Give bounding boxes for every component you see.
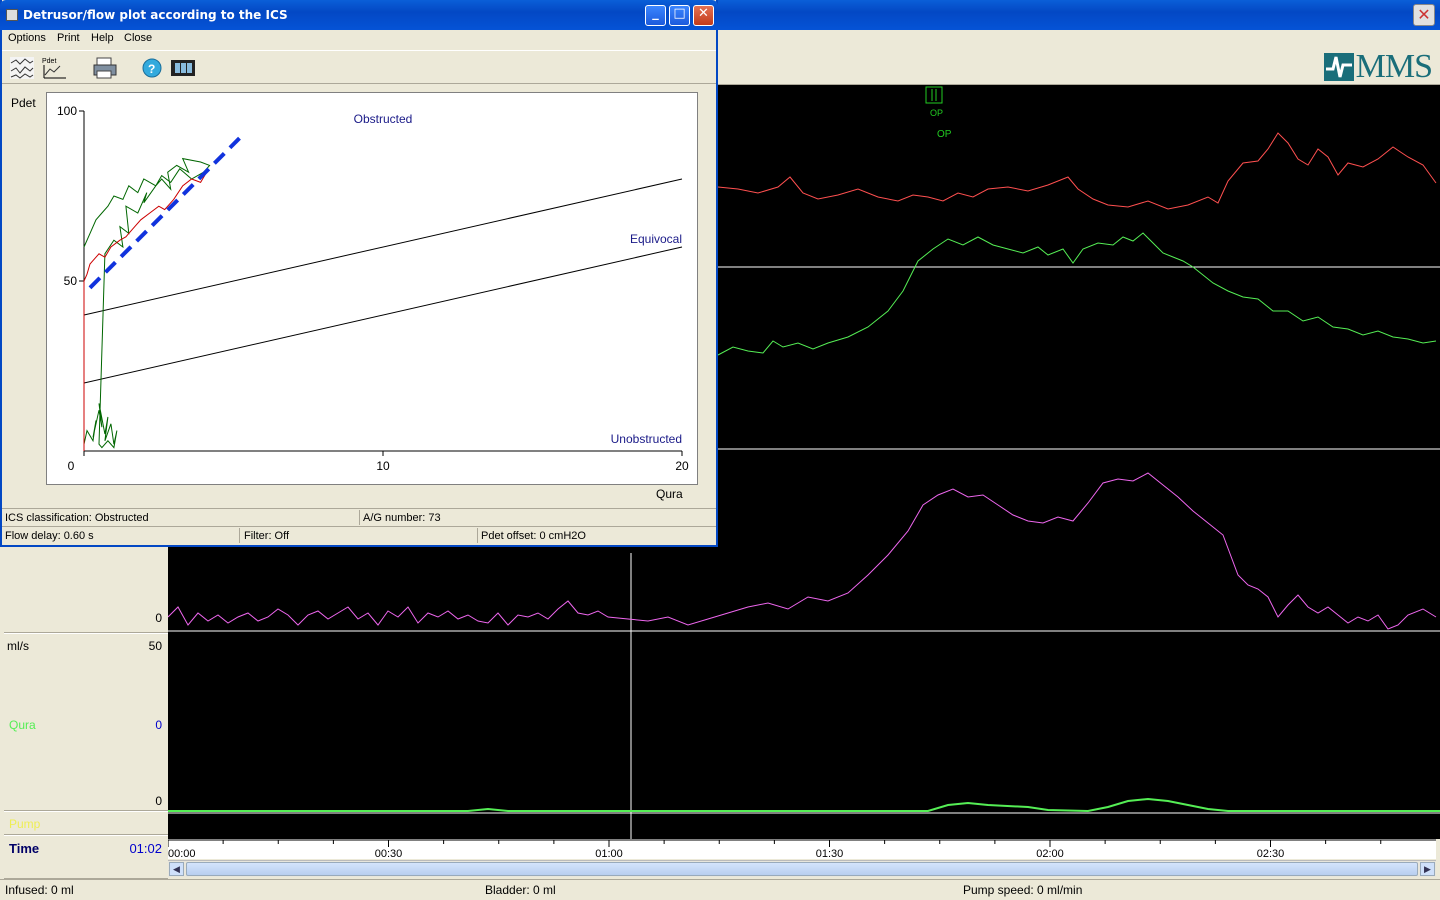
maximize-button[interactable]: □ xyxy=(669,5,690,26)
x-tick-label: 0 xyxy=(68,459,75,473)
y-tick-label: 100 xyxy=(57,104,77,118)
op-marker-label-2: OP xyxy=(937,129,952,140)
horizontal-scrollbar[interactable]: ◀ ▶ xyxy=(168,860,1436,877)
channel-label-panel: 0 ml/s 50 Qura 0 0 Pump Time 01:02 xyxy=(4,545,168,879)
time-axis: 00:00 00:30 01:00 01:30 02:00 02:30 xyxy=(167,839,1436,860)
svg-text:Pdet: Pdet xyxy=(42,58,56,65)
time-label: Time xyxy=(9,841,40,856)
mms-logo-icon xyxy=(1323,53,1354,81)
help-icon[interactable]: ? xyxy=(139,55,167,81)
status-pump-speed: Pump speed: 0 ml/min xyxy=(963,883,1083,897)
qura-scale-max: 50 xyxy=(148,639,162,653)
dialog-close-button[interactable]: ✕ xyxy=(693,5,714,26)
pabd-zero: 0 xyxy=(155,611,162,625)
ag-line xyxy=(88,136,241,290)
pdet-offset: Pdet offset: 0 cmH2O xyxy=(481,530,586,542)
channel-row-time: Time 01:02 xyxy=(4,835,168,879)
print-icon[interactable] xyxy=(91,55,119,81)
time-value: 01:02 xyxy=(129,841,162,856)
main-close-button[interactable]: ✕ xyxy=(1413,4,1435,26)
trace-pdet xyxy=(717,232,1437,356)
time-tick-label: 00:30 xyxy=(375,848,403,859)
channel-row-pabd: 0 xyxy=(4,545,168,633)
ics-plot-dialog: Detrusor/flow plot according to the ICS … xyxy=(0,0,718,547)
svg-text:?: ? xyxy=(148,62,155,76)
series-trace xyxy=(83,157,211,449)
time-axis-svg: 00:00 00:30 01:00 01:30 02:00 02:30 xyxy=(167,839,1436,860)
region-label: Unobstructed xyxy=(611,432,682,446)
scroll-right-arrow[interactable]: ▶ xyxy=(1420,862,1435,876)
status-bladder: Bladder: 0 ml xyxy=(485,883,556,897)
time-tick-label: 01:00 xyxy=(595,848,623,859)
x-axis-title: Qura xyxy=(656,487,683,501)
app-icon[interactable] xyxy=(6,9,18,21)
op-marker-label: OP xyxy=(930,108,943,118)
trace-qura xyxy=(168,797,1440,813)
trace-pves xyxy=(717,132,1437,210)
film-icon[interactable] xyxy=(169,55,197,81)
status-infused: Infused: 0 ml xyxy=(5,883,74,897)
qura-label[interactable]: Qura xyxy=(9,718,36,732)
x-tick-label: 10 xyxy=(376,459,390,473)
y-tick-label: 50 xyxy=(64,274,78,288)
main-status-bar: Infused: 0 ml Bladder: 0 ml Pump speed: … xyxy=(0,879,1440,900)
menu-help[interactable]: Help xyxy=(91,32,114,44)
dialog-status-row-1: ICS classification: Obstructed A/G numbe… xyxy=(2,508,716,526)
dialog-menubar: Options Print Help Close xyxy=(2,30,716,49)
ag-number: A/G number: 73 xyxy=(363,512,441,524)
ics-classification: ICS classification: Obstructed xyxy=(5,512,149,524)
dialog-status-row-2: Flow delay: 0.60 s Filter: Off Pdet offs… xyxy=(2,526,716,545)
mms-logo: MMS xyxy=(1323,48,1433,85)
dialog-title: Detrusor/flow plot according to the ICS xyxy=(23,8,288,22)
time-tick-label: 02:30 xyxy=(1257,848,1285,859)
pump-label[interactable]: Pump xyxy=(9,817,40,831)
brand-name: MMS xyxy=(1355,48,1433,85)
series-trace xyxy=(83,171,208,451)
menu-close[interactable]: Close xyxy=(124,32,152,44)
y-axis-title: Pdet xyxy=(11,96,36,110)
region-label: Obstructed xyxy=(354,112,413,126)
minimize-button[interactable]: _ xyxy=(645,5,666,26)
qura-zero: 0 xyxy=(155,794,162,808)
ics-chart[interactable]: 50 100 0 10 20 Obstructed Equivocal Unobstructe… xyxy=(46,92,698,485)
dialog-titlebar[interactable]: Detrusor/flow plot according to the ICS … xyxy=(0,0,718,30)
scroll-thumb[interactable] xyxy=(186,862,1418,876)
trace-view-icon[interactable] xyxy=(8,55,36,81)
pdet-view-icon[interactable]: Pdet xyxy=(40,55,68,81)
boundary-line-equivocal-unobstructed xyxy=(83,246,683,384)
filter-status: Filter: Off xyxy=(244,530,290,542)
time-tick-label: 02:00 xyxy=(1036,848,1064,859)
channel-row-pump: Pump xyxy=(4,811,168,835)
time-tick-label: 00:00 xyxy=(168,848,196,859)
ics-chart-svg: 50 100 0 10 20 Obstructed Equivocal Unobstructe… xyxy=(57,104,689,473)
x-tick-label: 20 xyxy=(675,459,689,473)
scroll-left-arrow[interactable]: ◀ xyxy=(169,862,184,876)
dialog-toolbar: Pdet ? xyxy=(2,50,716,84)
flow-delay: Flow delay: 0.60 s xyxy=(5,530,94,542)
menu-print[interactable]: Print xyxy=(57,32,80,44)
qura-unit: ml/s xyxy=(7,639,29,653)
channel-row-qura: ml/s 50 Qura 0 0 xyxy=(4,633,168,811)
time-tick-label: 01:30 xyxy=(816,848,844,859)
menu-options[interactable]: Options xyxy=(8,32,46,44)
qura-value: 0 xyxy=(155,718,162,732)
op-marker-box[interactable] xyxy=(925,86,943,104)
region-label: Equivocal xyxy=(630,232,682,246)
